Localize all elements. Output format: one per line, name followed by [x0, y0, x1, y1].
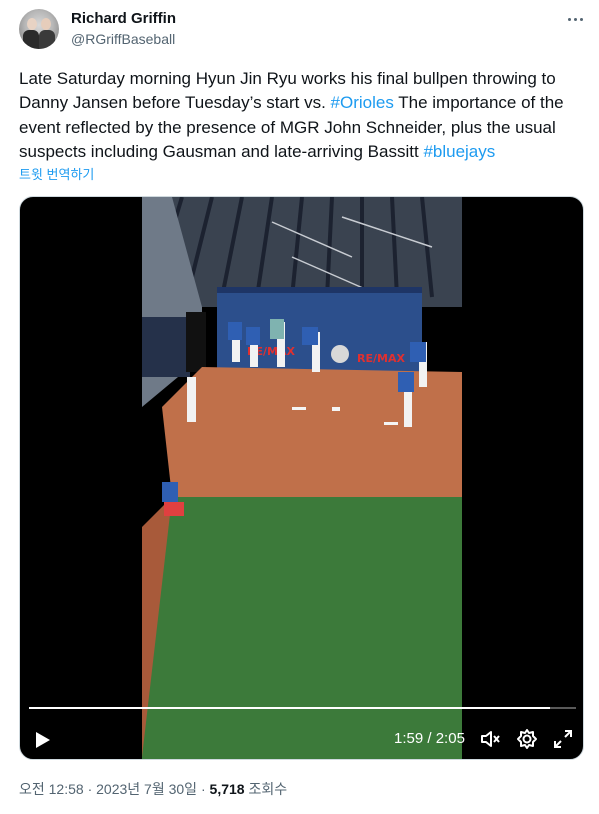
volume-icon[interactable] — [479, 728, 501, 755]
hashtag-bluejays[interactable]: #bluejays — [423, 142, 495, 161]
tweet-text: Late Saturday morning Hyun Jin Ryu works… — [19, 67, 585, 164]
view-label: 조회수 — [244, 781, 288, 797]
duration: 2:05 — [435, 730, 465, 747]
banner-right: RE/MAX — [357, 352, 405, 365]
avatar[interactable] — [19, 9, 59, 49]
settings-icon[interactable] — [516, 728, 538, 755]
hashtag-orioles[interactable]: #Orioles — [331, 93, 394, 112]
fullscreen-icon[interactable] — [552, 728, 574, 755]
author-handle[interactable]: @RGriffBaseball — [71, 31, 175, 47]
video-player[interactable]: RE/MAX RE/MAX 1:59 / 2:05 — [19, 196, 584, 760]
play-icon[interactable] — [34, 730, 52, 755]
time-display: 1:59 / 2:05 — [394, 730, 465, 747]
tweet-date[interactable]: 2023년 7월 30일 — [96, 781, 197, 797]
translate-link[interactable]: 트윗 번역하기 — [19, 164, 94, 183]
tweet-header: Richard Griffin @RGriffBaseball — [19, 9, 585, 51]
video-frame: RE/MAX RE/MAX — [142, 197, 462, 759]
tweet-time[interactable]: 오전 12:58 — [19, 781, 84, 797]
progress-bar[interactable] — [29, 707, 576, 709]
author-name[interactable]: Richard Griffin — [71, 10, 176, 27]
progress-fill — [29, 707, 550, 709]
more-icon[interactable] — [565, 11, 585, 27]
view-count: 5,718 — [209, 781, 245, 797]
current-time: 1:59 — [394, 730, 424, 747]
tweet-meta: 오전 12:58 · 2023년 7월 30일 · 5,718 조회수 — [19, 781, 288, 797]
